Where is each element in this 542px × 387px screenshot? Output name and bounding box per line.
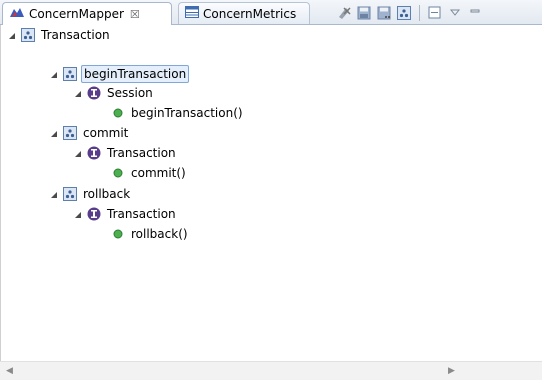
- new-concern-icon[interactable]: [395, 4, 413, 22]
- public-method-icon: [111, 166, 125, 180]
- interface-icon: [87, 146, 101, 160]
- public-method-icon: [111, 106, 125, 120]
- tree-node-method[interactable]: commit(): [111, 163, 188, 183]
- toolbar-separator: [419, 5, 420, 21]
- scroll-left-arrow-icon[interactable]: ◀: [6, 366, 13, 376]
- tab-label: ConcernMapper: [29, 7, 124, 21]
- public-method-icon: [111, 227, 125, 241]
- concern-icon: [21, 28, 35, 42]
- horizontal-scrollbar[interactable]: ◀ ▶: [0, 361, 542, 381]
- tab-label: ConcernMetrics: [203, 6, 297, 21]
- save-as-icon[interactable]: [375, 4, 393, 22]
- tree-node-label: Transaction: [107, 146, 176, 160]
- save-icon[interactable]: [355, 4, 373, 22]
- tree-node-type[interactable]: Transaction: [73, 204, 178, 224]
- tree-node-method[interactable]: beginTransaction(): [111, 103, 245, 123]
- expand-arrow-icon[interactable]: [49, 189, 59, 199]
- tree-node-label: rollback(): [131, 227, 188, 241]
- tree-node-label: commit(): [131, 166, 186, 180]
- remove-icon[interactable]: [335, 4, 353, 22]
- concern-icon: [63, 67, 77, 81]
- close-tab-icon[interactable]: ☒: [130, 8, 140, 21]
- view-menu-icon[interactable]: [446, 4, 464, 22]
- tree-node-method[interactable]: rollback(): [111, 224, 190, 244]
- tree-node-root[interactable]: Transaction: [7, 25, 112, 45]
- interface-icon: [87, 86, 101, 100]
- expand-arrow-icon[interactable]: [73, 209, 83, 219]
- tab-concernmetrics[interactable]: ConcernMetrics: [178, 2, 310, 24]
- tree-node-label: Transaction: [41, 28, 110, 42]
- tree-node-label: Transaction: [107, 207, 176, 221]
- tree-node-concern[interactable]: rollback: [49, 184, 132, 204]
- tree-node-concern[interactable]: commit: [49, 123, 130, 143]
- concernmapper-icon: [9, 6, 25, 23]
- tree-node-label: beginTransaction: [81, 65, 190, 83]
- tree-node-label: rollback: [83, 187, 131, 201]
- scroll-right-arrow-icon[interactable]: ▶: [448, 366, 455, 376]
- table-icon: [185, 6, 199, 21]
- tree-node-label: beginTransaction(): [131, 106, 243, 120]
- minimize-icon[interactable]: [466, 4, 484, 22]
- concern-tree: Transaction beginTransaction Session beg…: [0, 25, 542, 361]
- expand-arrow-icon[interactable]: [49, 128, 59, 138]
- collapse-all-icon[interactable]: [426, 4, 444, 22]
- interface-icon: [87, 207, 101, 221]
- tab-concernmapper[interactable]: ConcernMapper ☒: [2, 2, 172, 25]
- concern-icon: [63, 187, 77, 201]
- tree-node-label: commit: [83, 126, 129, 140]
- expand-arrow-icon[interactable]: [49, 69, 59, 79]
- view-tab-bar: ConcernMapper ☒ ConcernMetrics: [0, 0, 542, 25]
- expand-arrow-icon[interactable]: [73, 148, 83, 158]
- tree-node-type[interactable]: Transaction: [73, 143, 178, 163]
- expand-arrow-icon[interactable]: [7, 30, 17, 40]
- view-toolbar: [335, 4, 486, 22]
- expand-arrow-icon[interactable]: [73, 88, 83, 98]
- concern-icon: [63, 126, 77, 140]
- tree-node-concern[interactable]: beginTransaction: [49, 64, 190, 84]
- tree-node-label: Session: [107, 86, 153, 100]
- view-bottom-edge: [0, 380, 542, 387]
- tree-node-type[interactable]: Session: [73, 83, 155, 103]
